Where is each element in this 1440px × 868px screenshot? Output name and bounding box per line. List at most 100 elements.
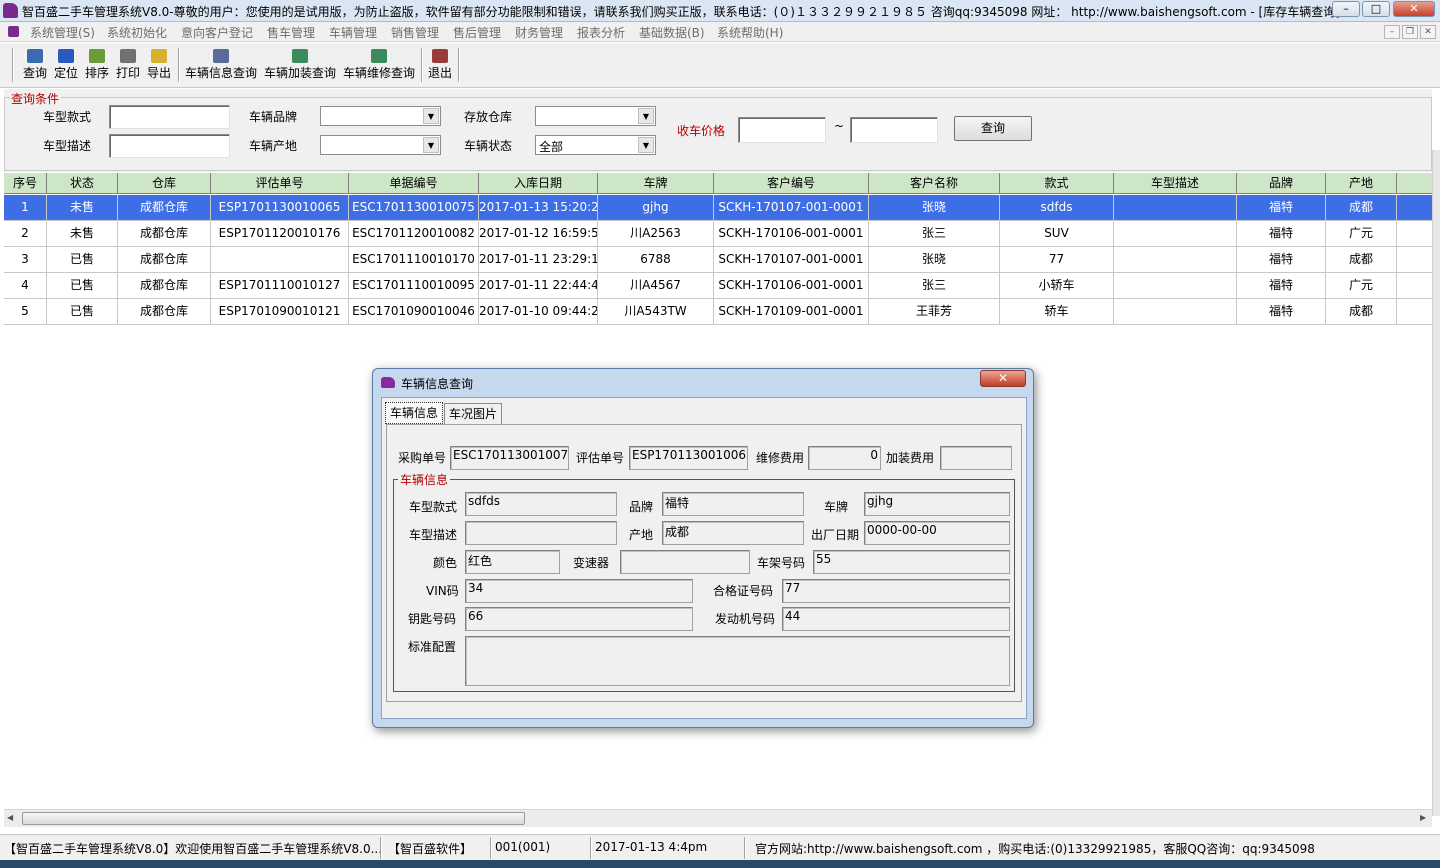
col-header[interactable]: 入库日期 xyxy=(479,173,598,194)
tab-condition-photos[interactable]: 车况图片 xyxy=(444,403,502,425)
vertical-scrollbar[interactable] xyxy=(1432,150,1440,816)
cell: 王菲芳 xyxy=(869,299,1000,324)
cell: SCKH-170107-001-0001 xyxy=(714,195,869,220)
menu-system[interactable]: 系统管理(S) xyxy=(30,24,95,41)
dlg-desc-label: 车型描述 xyxy=(409,528,458,542)
scroll-right-icon[interactable]: ▶ xyxy=(1420,813,1426,822)
cell: 张晓 xyxy=(869,247,1000,272)
scroll-left-icon[interactable]: ◀ xyxy=(7,813,13,822)
col-header[interactable]: 车牌 xyxy=(598,173,714,194)
col-header[interactable]: 款式 xyxy=(1000,173,1114,194)
app-car-icon xyxy=(3,3,18,18)
status-welcome: 【智百盛二手车管理系统V8.0】欢迎使用智百盛二手车管理系统V8.0... xyxy=(4,842,383,856)
minimize-button[interactable]: – xyxy=(1332,1,1360,17)
cell xyxy=(1114,247,1237,272)
toolbar-separator xyxy=(421,48,423,82)
chevron-down-icon[interactable]: ▼ xyxy=(638,137,654,153)
close-button[interactable]: ✕ xyxy=(1393,1,1435,17)
cell: SCKH-170109-001-0001 xyxy=(714,299,869,324)
table-header: 序号 状态 仓库 评估单号 单据编号 入库日期 车牌 客户编号 客户名称 款式 … xyxy=(4,173,1432,194)
col-header[interactable]: 品牌 xyxy=(1237,173,1326,194)
col-header[interactable]: 单据编号 xyxy=(349,173,479,194)
price-min-input[interactable] xyxy=(738,117,826,143)
menu-init[interactable]: 系统初始化 xyxy=(107,24,167,41)
col-header[interactable]: 序号 xyxy=(4,173,47,194)
cell: 成都仓库 xyxy=(118,273,211,298)
brand-select[interactable]: ▼ xyxy=(320,106,441,126)
table-row[interactable]: 3 已售 成都仓库 ESC1701110010170 2017-01-11 23… xyxy=(4,247,1432,273)
cell: 5 xyxy=(4,299,47,324)
table-row[interactable]: 1 未售 成都仓库 ESP1701130010065 ESC1701130010… xyxy=(4,195,1432,221)
menu-aftersales[interactable]: 售后管理 xyxy=(453,24,501,41)
dialog-close-button[interactable]: ✕ xyxy=(980,370,1026,387)
desc-input[interactable] xyxy=(109,134,230,158)
col-header[interactable]: 客户名称 xyxy=(869,173,1000,194)
table-row[interactable]: 2 未售 成都仓库 ESP1701120010176 ESC1701120010… xyxy=(4,221,1432,247)
dlg-cert-field: 77 xyxy=(782,579,1010,603)
menu-sales[interactable]: 销售管理 xyxy=(391,24,439,41)
chevron-down-icon[interactable]: ▼ xyxy=(638,108,654,124)
car-addon-tool-button[interactable]: 车辆加装查询 xyxy=(262,47,338,85)
vehicle-info-dialog: 车辆信息查询 ✕ 车辆信息 车况图片 采购单号 ESC1701130010075… xyxy=(372,368,1034,728)
origin-select[interactable]: ▼ xyxy=(320,135,441,155)
menu-sales-car[interactable]: 售车管理 xyxy=(267,24,315,41)
col-header[interactable]: 仓库 xyxy=(118,173,211,194)
car-repair-tool-label: 车辆维修查询 xyxy=(342,66,415,80)
scroll-thumb[interactable] xyxy=(22,812,525,825)
window-title: 智百盛二手车管理系统V8.0-尊敬的用户：您使用的是试用版，为防止盗版，软件留有… xyxy=(22,5,1340,19)
search-button[interactable]: 查询 xyxy=(954,116,1032,141)
dlg-color-label: 颜色 xyxy=(433,556,458,570)
warehouse-select[interactable]: ▼ xyxy=(535,106,656,126)
col-header[interactable]: 客户编号 xyxy=(714,173,869,194)
mdi-minimize-button[interactable]: – xyxy=(1384,25,1400,39)
cell: 未售 xyxy=(47,195,118,220)
dlg-brand-label: 品牌 xyxy=(629,500,654,514)
cell xyxy=(211,247,349,272)
col-header[interactable]: 车型描述 xyxy=(1114,173,1237,194)
mdi-close-button[interactable]: ✕ xyxy=(1420,25,1436,39)
col-header[interactable]: 评估单号 xyxy=(211,173,349,194)
model-input[interactable] xyxy=(109,105,230,129)
menu-finance[interactable]: 财务管理 xyxy=(515,24,563,41)
cell: 已售 xyxy=(47,273,118,298)
cell: SUV xyxy=(1000,221,1114,246)
mdi-child-icon xyxy=(8,26,19,37)
addon-fee-label: 加装费用 xyxy=(886,451,935,465)
mdi-restore-button[interactable]: ❐ xyxy=(1402,25,1418,39)
price-max-input[interactable] xyxy=(850,117,938,143)
menu-vehicle[interactable]: 车辆管理 xyxy=(329,24,377,41)
table-row[interactable]: 5 已售 成都仓库 ESP1701090010121 ESC1701090010… xyxy=(4,299,1432,325)
locate-tool-button[interactable]: 定位 xyxy=(51,47,81,85)
menu-prospect[interactable]: 意向客户登记 xyxy=(181,24,253,41)
status-select[interactable]: 全部 ▼ xyxy=(535,135,656,155)
cell: 已售 xyxy=(47,247,118,272)
menu-reports[interactable]: 报表分析 xyxy=(577,24,625,41)
dlg-vin-label: VIN码 xyxy=(426,584,459,598)
dlg-transmission-label: 变速器 xyxy=(573,556,610,570)
cell: gjhg xyxy=(598,195,714,220)
sort-tool-button[interactable]: 排序 xyxy=(82,47,112,85)
tab-vehicle-info[interactable]: 车辆信息 xyxy=(385,402,443,424)
status-separator xyxy=(744,837,746,859)
export-tool-button[interactable]: 导出 xyxy=(144,47,174,85)
undo-arrow-icon xyxy=(58,49,74,63)
car-icon xyxy=(381,377,395,388)
car-info-tool-button[interactable]: 车辆信息查询 xyxy=(183,47,259,85)
chevron-down-icon[interactable]: ▼ xyxy=(423,108,439,124)
cell xyxy=(1114,195,1237,220)
col-header[interactable]: 状态 xyxy=(47,173,118,194)
query-tool-button[interactable]: 查询 xyxy=(20,47,50,85)
status-datetime: 2017-01-13 4:4pm xyxy=(595,840,708,854)
horizontal-scrollbar[interactable]: ◀ ▶ xyxy=(4,809,1432,827)
cell: 福特 xyxy=(1237,195,1326,220)
menu-basedata[interactable]: 基础数据(B) xyxy=(639,24,705,41)
exit-tool-button[interactable]: 退出 xyxy=(425,47,455,85)
menu-help[interactable]: 系统帮助(H) xyxy=(717,24,783,41)
chevron-down-icon[interactable]: ▼ xyxy=(423,137,439,153)
warehouse-label: 存放仓库 xyxy=(464,110,513,124)
print-tool-button[interactable]: 打印 xyxy=(113,47,143,85)
car-repair-tool-button[interactable]: 车辆维修查询 xyxy=(341,47,417,85)
maximize-button[interactable]: □ xyxy=(1362,1,1390,17)
col-header[interactable]: 产地 xyxy=(1326,173,1397,194)
table-row[interactable]: 4 已售 成都仓库 ESP1701110010127 ESC1701110010… xyxy=(4,273,1432,299)
